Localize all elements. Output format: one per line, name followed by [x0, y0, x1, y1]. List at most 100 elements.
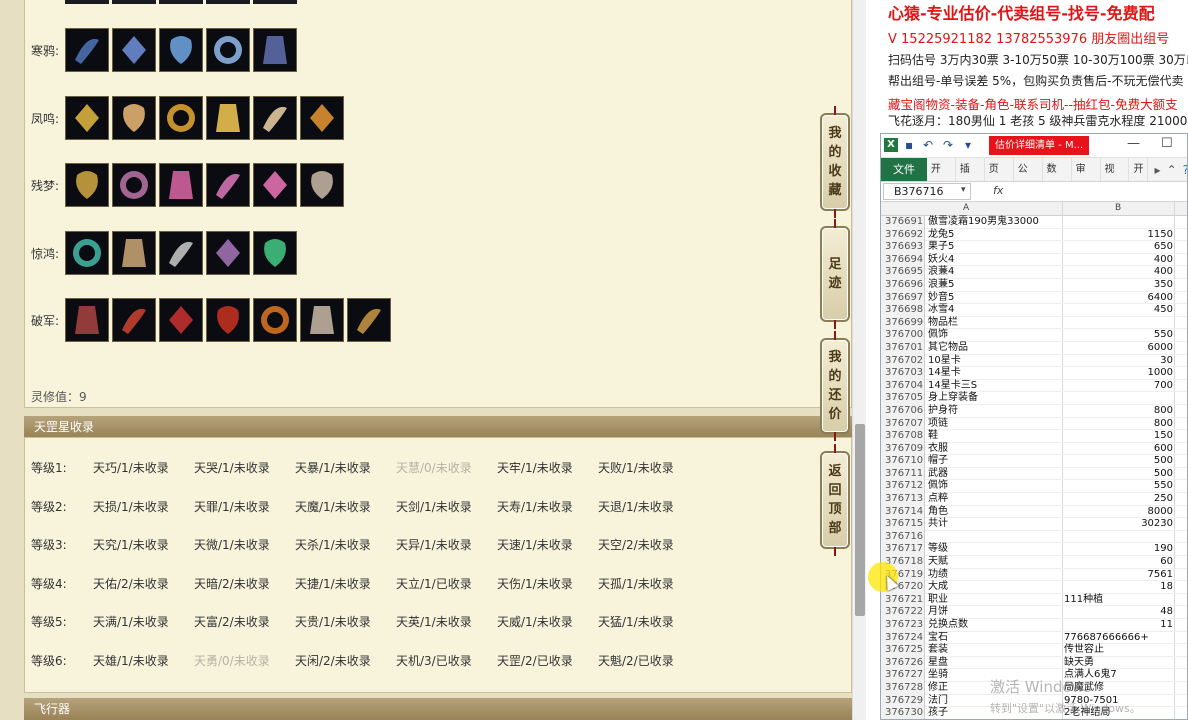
- cell-b[interactable]: 190: [1061, 543, 1173, 556]
- spreadsheet-grid[interactable]: 376691 傲雪凌霜190男鬼33000 376692 龙兔5 1150 376693 果…: [881, 216, 1187, 719]
- row-number[interactable]: 376705: [881, 392, 925, 405]
- cell-b[interactable]: 30: [1061, 355, 1173, 368]
- favorites-button[interactable]: 我的收藏: [820, 106, 850, 218]
- my-counteroffer-button[interactable]: 我的还价: [820, 331, 850, 441]
- cell-b-text[interactable]: 传世容止: [1064, 644, 1104, 657]
- row-number[interactable]: 376724: [881, 631, 925, 645]
- spreadsheet-row[interactable]: 376717 等级 190: [881, 543, 1187, 557]
- cell-a[interactable]: 物品栏: [928, 317, 958, 330]
- cell-a[interactable]: 衣服: [928, 443, 948, 456]
- save-icon[interactable]: ▪: [905, 138, 913, 152]
- cell-a[interactable]: 修正: [928, 682, 948, 695]
- cell-b-text[interactable]: 776687666666+: [1064, 632, 1149, 645]
- spreadsheet-row[interactable]: 376716: [881, 530, 1187, 544]
- gem-icon[interactable]: [159, 163, 203, 207]
- maximize-icon[interactable]: ☐: [1161, 136, 1173, 151]
- cell-a[interactable]: 角色: [928, 506, 948, 519]
- spreadsheet-row[interactable]: 376704 14星卡三S 700: [881, 379, 1187, 393]
- gem-icon[interactable]: [159, 231, 203, 275]
- spreadsheet-row[interactable]: 376709 衣服 600: [881, 442, 1187, 456]
- gem-icon[interactable]: [300, 163, 344, 207]
- row-number[interactable]: 376696: [881, 278, 925, 292]
- spreadsheet-row[interactable]: 376697 妙音5 6400: [881, 291, 1187, 305]
- cell-a[interactable]: 法门: [928, 695, 948, 708]
- cell-a[interactable]: 点粹: [928, 493, 948, 506]
- cell-a[interactable]: 兑换点数: [928, 619, 968, 632]
- gem-icon[interactable]: [253, 96, 297, 140]
- help-icon[interactable]: ?: [1183, 158, 1187, 181]
- cell-a[interactable]: 护身符: [928, 405, 958, 418]
- cell-a[interactable]: 14星卡: [928, 367, 961, 380]
- spreadsheet-row[interactable]: 376723 兑换点数 11: [881, 619, 1187, 632]
- row-number[interactable]: 376711: [881, 467, 925, 481]
- cell-b[interactable]: 600: [1061, 443, 1173, 456]
- ribbon-collapse-icon[interactable]: ⌃: [1167, 158, 1177, 181]
- spreadsheet-row[interactable]: 376718 天赋 60: [881, 556, 1187, 569]
- row-number[interactable]: 376704: [881, 379, 925, 393]
- row-number[interactable]: 376721: [881, 593, 925, 607]
- ribbon-more-icon[interactable]: ▸: [1155, 158, 1161, 181]
- cell-a[interactable]: 10星卡: [928, 355, 961, 368]
- cell-b-text[interactable]: 缺天勇: [1064, 657, 1094, 670]
- cell-a[interactable]: 功绩: [928, 569, 948, 582]
- cell-a[interactable]: 共计: [928, 518, 948, 531]
- cell-b[interactable]: 7561: [1061, 569, 1173, 582]
- column-a-header[interactable]: A: [963, 203, 969, 213]
- excel-window[interactable]: X ▪ ↶ ↷ ▾ 估价详细清单 - M... — ☐ 文件 开始插入页面公式数…: [880, 133, 1188, 720]
- row-number[interactable]: 376700: [881, 329, 925, 342]
- cell-b[interactable]: 8000: [1061, 506, 1173, 519]
- cell-b-text[interactable]: 111种植: [1064, 594, 1103, 607]
- spreadsheet-row[interactable]: 376715 共计 30230: [881, 518, 1187, 531]
- ribbon-tab[interactable]: 视图: [1101, 158, 1130, 199]
- gem-icon[interactable]: [112, 96, 156, 140]
- spreadsheet-row[interactable]: 376710 帽子 500: [881, 455, 1187, 468]
- spreadsheet-row[interactable]: 376722 月饼 48: [881, 606, 1187, 619]
- gem-icon[interactable]: [253, 231, 297, 275]
- cell-a[interactable]: 浪蒹4: [928, 266, 954, 279]
- spreadsheet-row[interactable]: 376726 星盘 缺天勇: [881, 656, 1187, 670]
- cell-a[interactable]: 武器: [928, 468, 948, 481]
- cell-a[interactable]: 宝石: [928, 632, 948, 645]
- cell-b[interactable]: 400: [1061, 266, 1173, 279]
- back-to-top-button[interactable]: 返回顶部: [820, 444, 850, 556]
- cell-b[interactable]: 700: [1061, 380, 1173, 393]
- cell-b[interactable]: 6400: [1061, 292, 1173, 305]
- cell-a[interactable]: 妖火4: [928, 254, 954, 267]
- gem-icon[interactable]: [300, 298, 344, 342]
- fx-icon[interactable]: fx: [993, 184, 1003, 197]
- row-number[interactable]: 376723: [881, 619, 925, 632]
- scrollbar-thumb[interactable]: [855, 424, 865, 616]
- gem-icon[interactable]: [65, 231, 109, 275]
- gem-icon[interactable]: [112, 231, 156, 275]
- row-number[interactable]: 376706: [881, 404, 925, 418]
- spreadsheet-row[interactable]: 376695 浪蒹4 400: [881, 266, 1187, 279]
- spreadsheet-row[interactable]: 376703 14星卡 1000: [881, 367, 1187, 380]
- gem-icon[interactable]: [112, 298, 156, 342]
- cell-a[interactable]: 佩饰: [928, 480, 948, 493]
- spreadsheet-row[interactable]: 376693 果子5 650: [881, 241, 1187, 254]
- cell-a[interactable]: 坐骑: [928, 669, 948, 682]
- spreadsheet-row[interactable]: 376712 佩饰 550: [881, 480, 1187, 494]
- gem-icon[interactable]: [65, 28, 109, 72]
- row-number[interactable]: 376701: [881, 341, 925, 355]
- spreadsheet-row[interactable]: 376721 职业 111种植: [881, 593, 1187, 607]
- row-number[interactable]: 376730: [881, 707, 925, 719]
- ribbon-tab[interactable]: 数据: [1043, 158, 1072, 199]
- file-tab[interactable]: 文件: [881, 158, 927, 181]
- namebox-dropdown-icon[interactable]: ▾: [961, 185, 966, 195]
- cell-a[interactable]: 龙兔5: [928, 229, 954, 242]
- row-number[interactable]: 376727: [881, 669, 925, 682]
- cell-b[interactable]: 150: [1061, 430, 1173, 443]
- gem-icon[interactable]: [206, 231, 250, 275]
- ribbon-tab[interactable]: 插入: [956, 158, 985, 199]
- cell-a[interactable]: 佩饰: [928, 329, 948, 342]
- minimize-icon[interactable]: —: [1127, 136, 1140, 151]
- cell-a[interactable]: 冰雪4: [928, 304, 954, 317]
- spreadsheet-row[interactable]: 376701 其它物品 6000: [881, 341, 1187, 355]
- cell-a[interactable]: 月饼: [928, 606, 948, 619]
- undo-icon[interactable]: ↶: [923, 138, 933, 152]
- cell-a[interactable]: 孩子: [928, 707, 948, 719]
- spreadsheet-row[interactable]: 376714 角色 8000: [881, 505, 1187, 519]
- ribbon-tab[interactable]: 页面: [985, 158, 1014, 199]
- footprint-button[interactable]: 足迹: [820, 219, 850, 329]
